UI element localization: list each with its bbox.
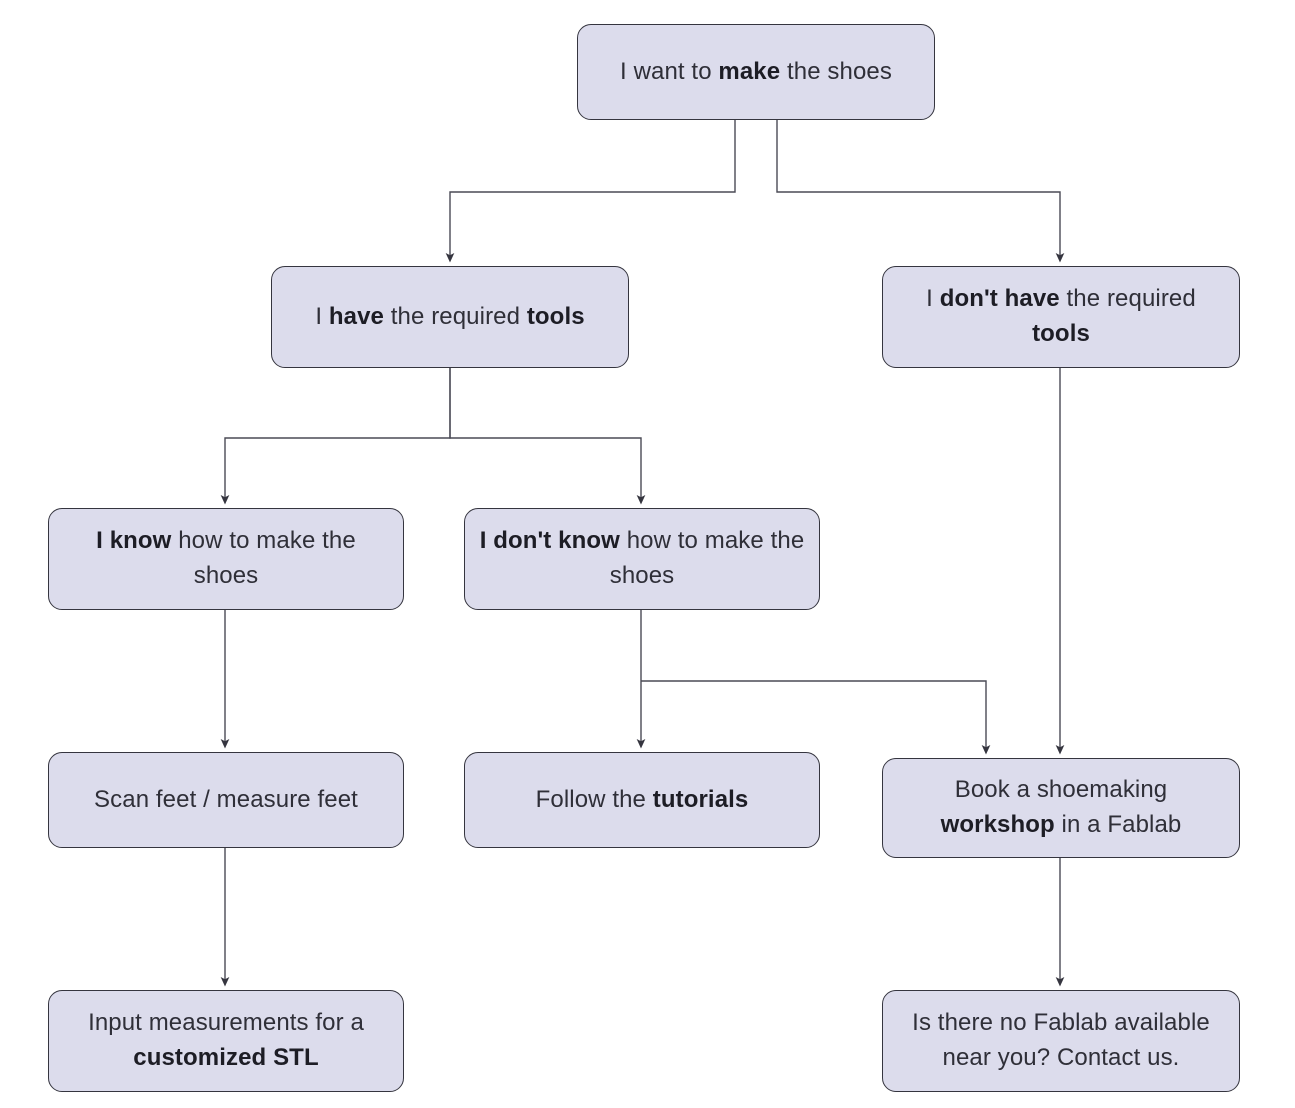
node-label: Is there no Fablab available near you? C… xyxy=(912,1009,1210,1071)
node-book-shoemaking-workshop[interactable]: Book a shoemaking workshop in a Fablab xyxy=(882,758,1240,858)
node-label: I don't know how to make the shoes xyxy=(479,527,805,589)
node-want-to-make-shoes[interactable]: I want to make the shoes xyxy=(577,24,935,120)
edge-root-to-have-tools xyxy=(445,120,736,263)
edge-have-tools-to-dont-know xyxy=(449,368,646,505)
edge-dont-know-to-workshop xyxy=(641,680,991,755)
node-follow-the-tutorials[interactable]: Follow the tutorials xyxy=(464,752,820,848)
node-label: Input measurements for a customized STL xyxy=(88,1009,364,1071)
node-label: I know how to make the shoes xyxy=(96,527,356,589)
node-label: I don't have the required tools xyxy=(926,285,1196,347)
node-label: I have the required tools xyxy=(315,302,585,330)
node-label: I want to make the shoes xyxy=(620,57,892,85)
edge-have-tools-to-know xyxy=(220,368,451,505)
node-scan-or-measure-feet[interactable]: Scan feet / measure feet xyxy=(48,752,404,848)
node-label: Scan feet / measure feet xyxy=(94,785,358,813)
node-no-fablab-contact-us[interactable]: Is there no Fablab available near you? C… xyxy=(882,990,1240,1092)
node-dont-have-required-tools[interactable]: I don't have the required tools xyxy=(882,266,1240,368)
edge-root-to-no-tools xyxy=(776,120,1065,263)
node-label: Book a shoemaking workshop in a Fablab xyxy=(940,776,1182,838)
node-know-how-to-make-shoes[interactable]: I know how to make the shoes xyxy=(48,508,404,610)
node-label: Follow the tutorials xyxy=(535,785,749,813)
node-have-required-tools[interactable]: I have the required tools xyxy=(271,266,629,368)
node-input-measurements-customized-stl[interactable]: Input measurements for a customized STL xyxy=(48,990,404,1092)
node-dont-know-how-to-make-shoes[interactable]: I don't know how to make the shoes xyxy=(464,508,820,610)
flowchart-canvas: I want to make the shoes I have the requi… xyxy=(0,0,1295,1108)
